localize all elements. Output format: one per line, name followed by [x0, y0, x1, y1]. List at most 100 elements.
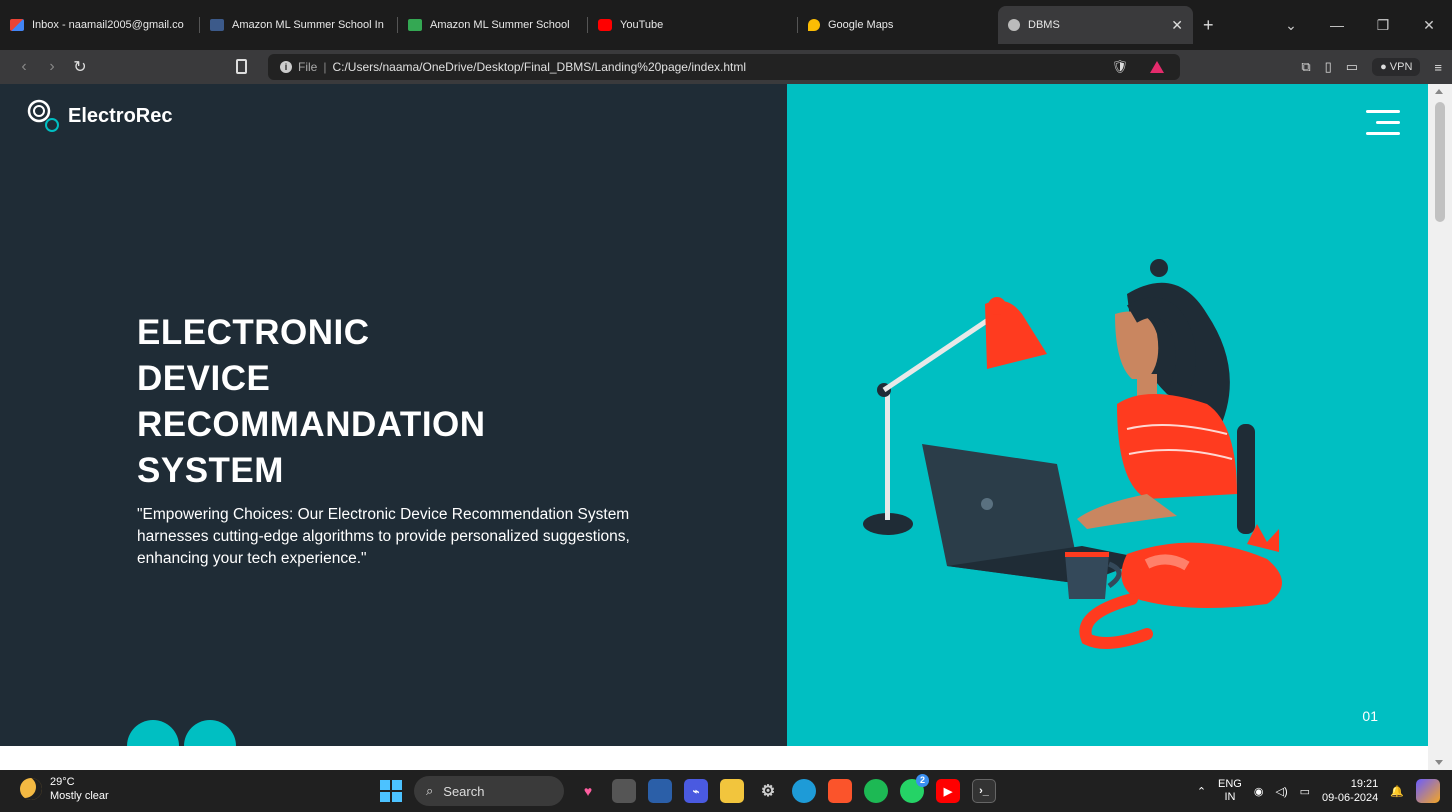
date-label: 09-06-2024	[1322, 792, 1379, 804]
woman-at-laptop-illustration	[863, 259, 1282, 649]
hero-title: ELECTRONIC DEVICE RECOMMANDATION SYSTEM	[137, 310, 486, 494]
tab-strip: Inbox - naamail2005@gmail.co Amazon ML S…	[0, 0, 1452, 50]
tab-label: Google Maps	[828, 19, 894, 31]
scrollbar-thumb[interactable]	[1435, 102, 1445, 222]
tab-label: DBMS	[1028, 19, 1060, 31]
hero-subtitle: "Empowering Choices: Our Electronic Devi…	[137, 506, 630, 567]
notification-badge: 2	[916, 774, 929, 787]
globe-icon	[1008, 19, 1020, 31]
next-slide-button[interactable]: →	[184, 720, 236, 746]
bookmark-icon[interactable]	[236, 59, 247, 74]
taskbar-search[interactable]: ⌕ Search	[414, 776, 564, 806]
taskbar-apps: ⌕ Search ♥ ⌁ ⚙ 2 ▶ ›_	[380, 774, 996, 806]
toolbar-right: ⧉ ▯ ▭ ● VPN ≡	[1301, 50, 1442, 84]
settings-gear-icon[interactable]: ⚙	[756, 779, 780, 803]
edge-icon[interactable]	[792, 779, 816, 803]
address-bar[interactable]: i File | C:/Users/naama/OneDrive/Desktop…	[268, 54, 1180, 80]
close-window-button[interactable]: ✕	[1406, 17, 1452, 34]
chart-icon	[408, 19, 422, 31]
copilot-icon[interactable]	[1416, 779, 1440, 803]
search-icon: ⌕	[426, 783, 434, 798]
hero-left-panel: ElectroRec ELECTRONIC DEVICE RECOMMANDAT…	[0, 84, 787, 746]
restore-button[interactable]: ❐	[1360, 17, 1406, 34]
page-bottom-strip	[0, 746, 1428, 770]
tab-youtube[interactable]: YouTube	[588, 6, 798, 44]
vpn-label: VPN	[1389, 61, 1413, 73]
wifi-icon[interactable]: ◉	[1254, 785, 1264, 798]
toolbar: ‹ › ↻ i File | C:/Users/naama/OneDrive/D…	[0, 50, 1452, 84]
hamburger-menu-button[interactable]	[1366, 110, 1400, 136]
notification-bell-icon[interactable]: 🔔	[1390, 785, 1404, 798]
close-tab-icon[interactable]: ✕	[1171, 17, 1183, 34]
slide-counter: 01	[1362, 708, 1378, 724]
search-label: Search	[443, 783, 485, 799]
forward-button[interactable]: ›	[38, 58, 66, 76]
lang-code: ENG	[1218, 778, 1242, 790]
tab-label: Inbox - naamail2005@gmail.co	[32, 19, 184, 31]
battery-icon[interactable]: ▭	[1300, 785, 1310, 798]
brave-shield-icon[interactable]: 🛡	[1111, 59, 1128, 75]
hero-right-panel: 01	[787, 84, 1428, 746]
hero-title-line: SYSTEM	[137, 451, 284, 490]
temperature-label: 29°C	[50, 776, 75, 788]
whatsapp-icon[interactable]: 2	[900, 774, 929, 803]
windows-start-icon[interactable]	[380, 780, 402, 802]
tab-label: YouTube	[620, 19, 664, 31]
info-icon[interactable]: i	[280, 61, 292, 73]
youtube-app-icon[interactable]: ▶	[936, 779, 960, 803]
landing-page: ElectroRec ELECTRONIC DEVICE RECOMMANDAT…	[0, 84, 1428, 746]
store-icon[interactable]	[648, 779, 672, 803]
gmail-icon	[10, 19, 24, 31]
terminal-icon[interactable]: ›_	[972, 779, 996, 803]
spotify-icon[interactable]	[864, 779, 888, 803]
new-tab-button[interactable]: +	[1203, 15, 1214, 36]
windows-taskbar: 29°C Mostly clear ⌕ Search ♥ ⌁ ⚙ 2 ▶ ›_ …	[0, 770, 1452, 812]
hero-title-line: RECOMMANDATION	[137, 405, 486, 444]
brand-logo[interactable]: ElectroRec	[26, 98, 173, 134]
brave-rewards-icon[interactable]	[1150, 61, 1164, 73]
scroll-down-arrow-icon[interactable]	[1435, 760, 1443, 765]
vpn-button[interactable]: ● VPN	[1372, 58, 1421, 76]
volume-icon[interactable]: ◁)	[1275, 785, 1287, 798]
tab-amazon-ml-2[interactable]: Amazon ML Summer School	[398, 6, 588, 44]
sidebar-icon[interactable]: ▯	[1325, 59, 1332, 75]
tab-gmail[interactable]: Inbox - naamail2005@gmail.co	[0, 6, 200, 44]
arrow-right-icon: →	[201, 735, 219, 747]
tab-google-maps[interactable]: Google Maps	[798, 6, 998, 44]
tab-search-chevron-icon[interactable]: ⌄	[1268, 17, 1314, 34]
tab-amazon-ml-1[interactable]: Amazon ML Summer School In	[200, 6, 398, 44]
url-text: C:/Users/naama/OneDrive/Desktop/Final_DB…	[332, 60, 747, 74]
weather-label: Mostly clear	[50, 790, 109, 802]
brave-icon[interactable]	[828, 779, 852, 803]
weather-widget[interactable]: 29°C Mostly clear	[20, 775, 109, 803]
clock[interactable]: 19:21 09-06-2024	[1322, 777, 1378, 805]
extensions-icon[interactable]: ⧉	[1301, 59, 1310, 75]
back-button[interactable]: ‹	[10, 58, 38, 76]
task-view-icon[interactable]	[612, 779, 636, 803]
youtube-icon	[598, 19, 612, 31]
tab-dbms[interactable]: DBMS ✕	[998, 6, 1193, 44]
region-code: IN	[1224, 791, 1236, 803]
minimize-button[interactable]: —	[1314, 17, 1360, 33]
wallet-icon[interactable]: ▭	[1346, 59, 1358, 75]
maps-pin-icon	[808, 19, 820, 31]
scroll-up-arrow-icon[interactable]	[1435, 89, 1443, 94]
prev-slide-button[interactable]: ←	[127, 720, 179, 746]
page-scrollbar[interactable]	[1428, 84, 1452, 770]
file-explorer-icon[interactable]	[720, 779, 744, 803]
system-tray: ⌃ ENG IN ◉ ◁) ▭ 19:21 09-06-2024 🔔	[1197, 774, 1440, 808]
amazon-icon	[210, 19, 224, 31]
menu-icon[interactable]: ≡	[1434, 60, 1442, 75]
hero-title-line: ELECTRONIC	[137, 313, 370, 352]
reload-button[interactable]: ↻	[66, 57, 94, 77]
logo-rings-icon	[27, 99, 59, 132]
moon-cloud-icon	[20, 778, 42, 800]
visual-studio-icon[interactable]: ⌁	[684, 779, 708, 803]
arrow-left-icon: ←	[144, 735, 162, 747]
url-scheme-label: File	[298, 60, 318, 74]
chevron-up-icon[interactable]: ⌃	[1197, 785, 1206, 798]
url-divider: |	[323, 60, 327, 74]
widgets-hearts-icon[interactable]: ♥	[576, 779, 600, 803]
language-indicator[interactable]: ENG IN	[1218, 778, 1242, 804]
time-label: 19:21	[1350, 778, 1379, 790]
